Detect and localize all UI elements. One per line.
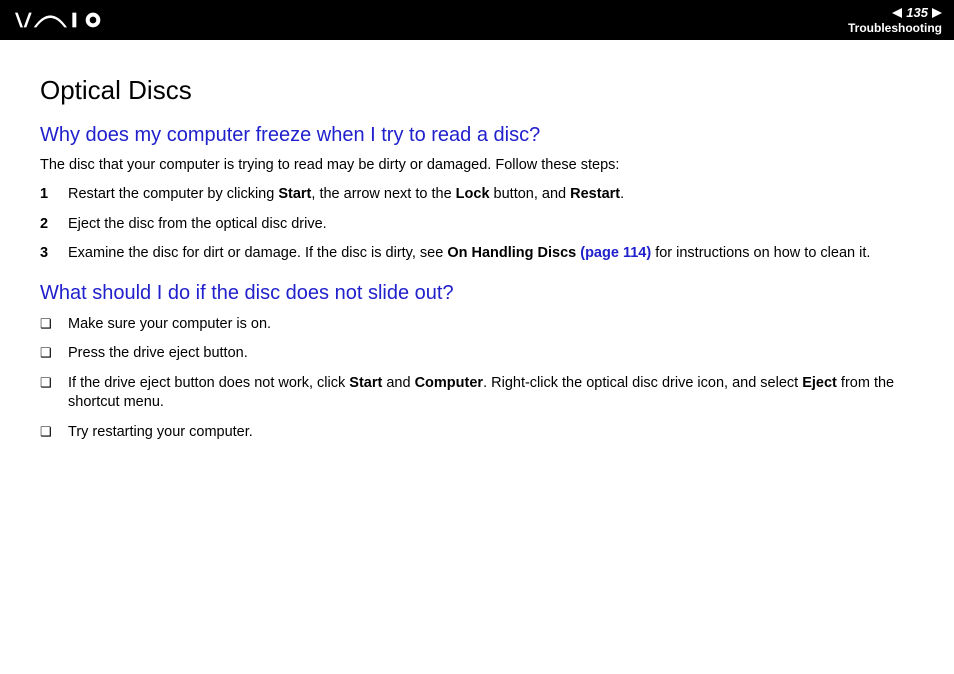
question-2-heading: What should I do if the disc does not sl… — [40, 282, 914, 305]
section-name: Troubleshooting — [848, 21, 942, 35]
bold-lock: Lock — [456, 186, 490, 202]
step-2: Eject the disc from the optical disc dri… — [40, 215, 914, 235]
header-bar: 135 Troubleshooting — [0, 0, 954, 40]
vaio-logo — [12, 0, 122, 40]
text: for instructions on how to clean it. — [651, 245, 870, 261]
page-number: 135 — [906, 5, 928, 21]
bullet-list: Make sure your computer is on. Press the… — [40, 315, 914, 443]
bullet-4: Try restarting your computer. — [40, 423, 914, 443]
question-1-heading: Why does my computer freeze when I try t… — [40, 124, 914, 147]
question-1-lead: The disc that your computer is trying to… — [40, 157, 914, 173]
bullet-3: If the drive eject button does not work,… — [40, 374, 914, 413]
text: Examine the disc for dirt or damage. If … — [68, 245, 447, 261]
page-ref-link[interactable]: (page 114) — [580, 245, 651, 261]
bold-handling: On Handling Discs — [447, 245, 580, 261]
bullet-1: Make sure your computer is on. — [40, 315, 914, 335]
step-3: Examine the disc for dirt or damage. If … — [40, 244, 914, 264]
content: Optical Discs Why does my computer freez… — [0, 40, 954, 473]
steps-list: Restart the computer by clicking Start, … — [40, 185, 914, 264]
step-1: Restart the computer by clicking Start, … — [40, 185, 914, 205]
text: . — [620, 186, 624, 202]
text: , the arrow next to the — [311, 186, 455, 202]
bold-restart: Restart — [570, 186, 620, 202]
page-nav: 135 — [848, 5, 942, 21]
bold-start: Start — [349, 375, 382, 391]
header-right: 135 Troubleshooting — [848, 5, 942, 35]
text: and — [382, 375, 414, 391]
next-page-arrow-icon[interactable] — [932, 8, 942, 18]
text: If the drive eject button does not work,… — [68, 375, 349, 391]
bold-computer: Computer — [415, 375, 483, 391]
text: button, and — [490, 186, 571, 202]
bold-eject: Eject — [802, 375, 837, 391]
prev-page-arrow-icon[interactable] — [892, 8, 902, 18]
text: Restart the computer by clicking — [68, 186, 278, 202]
bold-start: Start — [278, 186, 311, 202]
bullet-2: Press the drive eject button. — [40, 344, 914, 364]
text: . Right-click the optical disc drive ico… — [483, 375, 802, 391]
page-title: Optical Discs — [40, 75, 914, 106]
